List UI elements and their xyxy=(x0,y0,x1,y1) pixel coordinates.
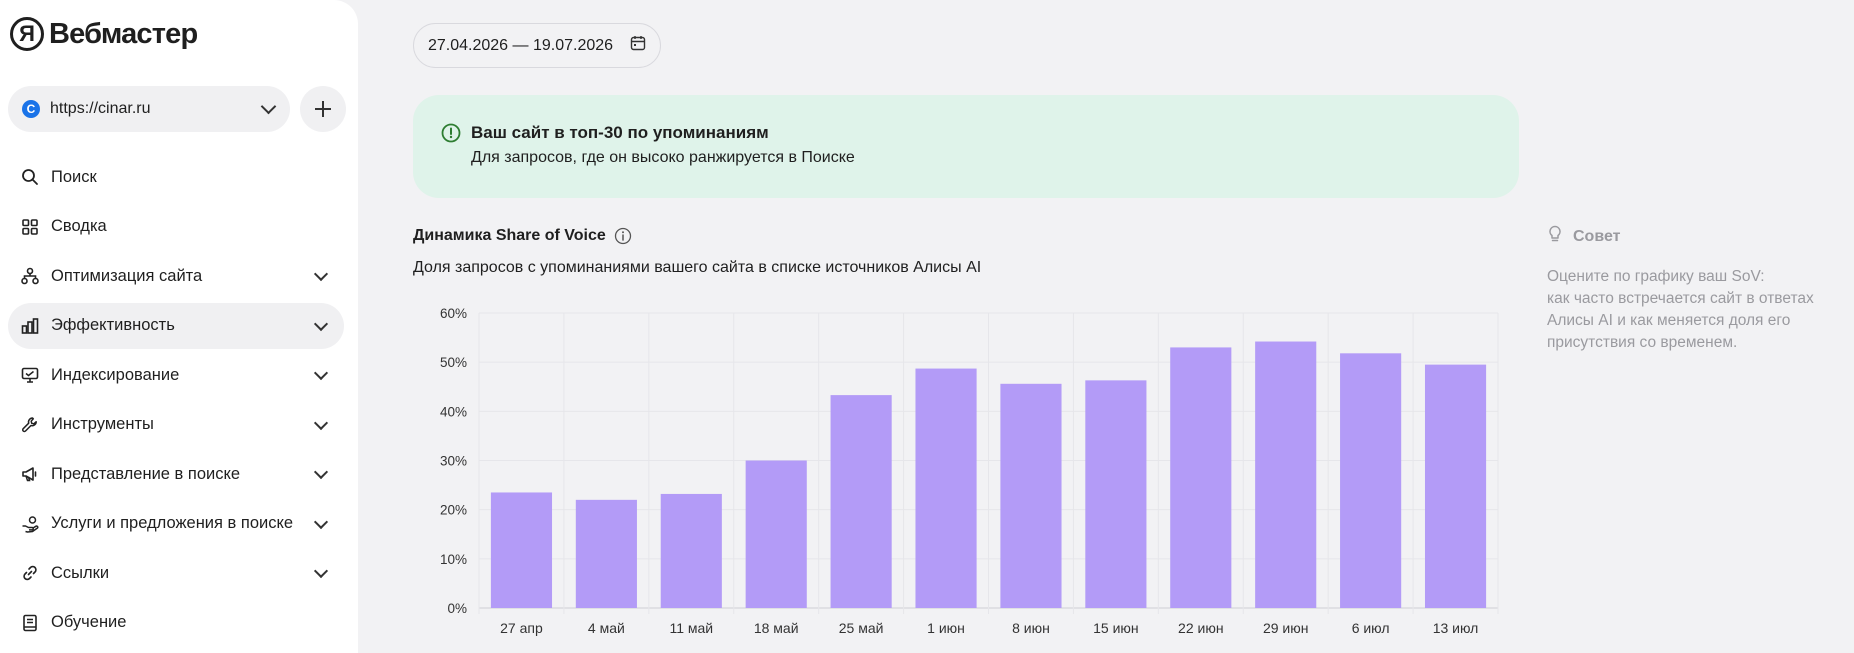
sidebar-item-label: Ссылки xyxy=(51,563,110,582)
sov-bar-chart: 0% 10% 20% 30% 40% 50% 60% 27 апр 4 май 11 май 18 … xyxy=(440,306,1499,636)
chevron-down-icon xyxy=(313,415,329,430)
grid-icon xyxy=(20,217,40,237)
book-icon xyxy=(20,613,40,633)
search-icon xyxy=(20,167,40,187)
chevron-down-icon xyxy=(313,266,329,282)
bar xyxy=(1170,347,1232,608)
x-tick-label: 4 май xyxy=(588,620,625,636)
sidebar-item-summary[interactable]: Сводка xyxy=(8,204,344,250)
chevron-down-icon xyxy=(313,316,329,331)
sidebar-item-efficiency[interactable]: Эффективность xyxy=(8,302,344,349)
site-selector[interactable]: C https://cinar.ru xyxy=(8,86,290,132)
x-tick-label: 6 июл xyxy=(1352,620,1390,636)
x-tick-label: 29 июн xyxy=(1263,620,1309,636)
sitemap-icon xyxy=(20,266,40,286)
sidebar-item-links[interactable]: Ссылки xyxy=(8,550,344,596)
monitor-icon xyxy=(20,365,40,385)
sidebar-nav: Поиск Сводка Оптимизация сайта Эффективн… xyxy=(8,154,344,649)
megaphone-icon xyxy=(20,464,40,484)
sidebar-item-label: Индексирование xyxy=(51,365,180,384)
chevron-down-icon xyxy=(313,365,329,381)
tip-label: Совет xyxy=(1573,227,1621,245)
yandex-logo-icon: Я xyxy=(10,17,44,51)
app-title: Вебмастер xyxy=(49,17,198,50)
x-tick-label: 11 май xyxy=(669,620,713,636)
bar xyxy=(915,368,977,608)
sidebar-item-indexing[interactable]: Индексирование xyxy=(8,352,344,398)
x-tick-label: 27 апр xyxy=(500,620,543,636)
bar xyxy=(660,493,722,608)
lightbulb-icon xyxy=(1547,225,1563,248)
bar xyxy=(490,492,553,608)
chevron-down-icon xyxy=(313,563,329,579)
date-range-picker[interactable]: 27.04.2026 — 19.07.2026 xyxy=(413,23,661,68)
sidebar-item-label: Инструменты xyxy=(51,415,154,433)
banner-title: Ваш сайт в топ-30 по упоминаниям xyxy=(471,123,769,142)
sidebar-item-optimization[interactable]: Оптимизация сайта xyxy=(8,253,344,299)
sidebar-item-label: Поиск xyxy=(51,167,97,186)
site-url: https://cinar.ru xyxy=(50,100,151,117)
hand-coins-icon xyxy=(20,514,40,534)
y-tick-label: 20% xyxy=(440,503,467,518)
sidebar-item-label: Представление в поиске xyxy=(51,464,241,483)
chevron-down-icon xyxy=(313,464,329,480)
sidebar-item-services[interactable]: Услуги и предложения в поиске xyxy=(8,501,344,547)
sidebar-item-label: Обучение xyxy=(51,613,127,631)
plus-icon xyxy=(315,101,331,117)
y-tick-label: 50% xyxy=(440,355,467,370)
y-tick-label: 0% xyxy=(447,601,467,616)
x-tick-label: 15 июн xyxy=(1093,620,1139,636)
site-favicon-icon: C xyxy=(22,100,40,118)
y-tick-label: 60% xyxy=(440,306,467,321)
y-tick-label: 30% xyxy=(440,454,467,469)
tip-panel: Совет Оцените по графику ваш SoV: как ча… xyxy=(1547,225,1837,354)
tip-text: Оцените по графику ваш SoV: как часто вс… xyxy=(1547,268,1814,351)
chart-title-text: Динамика Share of Voice xyxy=(413,227,606,244)
date-range-text: 27.04.2026 — 19.07.2026 xyxy=(428,36,614,54)
bar xyxy=(1424,364,1487,608)
bar xyxy=(575,499,637,608)
x-tick-label: 1 июн xyxy=(927,620,965,636)
x-tick-label: 13 июл xyxy=(1433,620,1479,636)
bar xyxy=(1340,353,1402,608)
bar xyxy=(1255,341,1317,608)
bar xyxy=(1000,383,1062,608)
y-tick-label: 10% xyxy=(440,552,467,567)
add-site-button[interactable] xyxy=(300,86,346,132)
bar xyxy=(745,460,807,608)
chevron-down-icon xyxy=(260,98,277,115)
sidebar-item-search[interactable]: Поиск xyxy=(8,154,344,200)
banner-subtitle: Для запросов, где он высоко ранжируется … xyxy=(471,149,855,166)
chart-subtitle: Доля запросов с упоминаниями вашего сайт… xyxy=(413,259,982,276)
chevron-down-icon xyxy=(313,514,329,529)
sidebar-item-label: Сводка xyxy=(51,217,107,235)
sidebar-item-learning[interactable]: Обучение xyxy=(8,600,344,646)
logo[interactable]: Я Вебмастер xyxy=(10,14,198,54)
bar xyxy=(830,395,892,608)
bar xyxy=(1085,380,1147,608)
wrench-icon xyxy=(20,415,40,435)
x-tick-label: 25 май xyxy=(839,620,884,636)
sidebar-item-label: Услуги и предложения в поиске xyxy=(51,514,294,532)
sidebar-item-tools[interactable]: Инструменты xyxy=(8,402,344,448)
sidebar-item-search-appearance[interactable]: Представление в поиске xyxy=(8,451,344,497)
tip-header: Совет xyxy=(1547,225,1837,248)
alert-circle-icon xyxy=(441,123,461,148)
sidebar-item-label: Эффективность xyxy=(51,316,175,334)
x-tick-label: 22 июн xyxy=(1178,620,1224,636)
chart-title: Динамика Share of Voice xyxy=(413,227,632,245)
sidebar: Я Вебмастер C https://cinar.ru Поиск Сво… xyxy=(0,0,358,653)
x-tick-label: 8 июн xyxy=(1012,620,1050,636)
bar-chart-icon xyxy=(20,316,40,336)
y-tick-label: 40% xyxy=(440,404,467,419)
top30-banner: Ваш сайт в топ-30 по упоминаниям Для зап… xyxy=(413,95,1519,198)
link-icon xyxy=(20,563,40,583)
sidebar-item-label: Оптимизация сайта xyxy=(51,266,203,285)
calendar-icon xyxy=(630,35,646,56)
info-icon[interactable] xyxy=(614,227,632,245)
x-tick-label: 18 май xyxy=(754,620,799,636)
